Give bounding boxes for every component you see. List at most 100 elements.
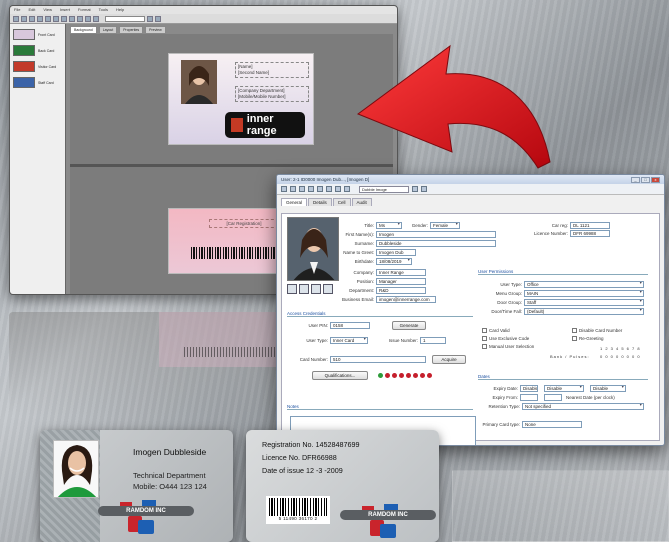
title-select[interactable]: Ms [376, 222, 402, 229]
italic-icon[interactable] [155, 15, 161, 22]
bold-icon[interactable] [147, 15, 153, 22]
maximize-button[interactable]: □ [641, 176, 650, 183]
dialog-titlebar[interactable]: User: 2-1 ID0000 Imogen Dub..., [Imogen … [277, 175, 664, 184]
checkbox-manual-selection[interactable]: Manual User Selection [482, 344, 534, 349]
close-button[interactable]: x [651, 176, 660, 183]
tab-details[interactable]: Details [308, 198, 332, 206]
email-field[interactable]: imogen@innerrange.com [376, 296, 436, 303]
new-icon[interactable] [290, 186, 296, 192]
menu-format[interactable]: Format [78, 6, 91, 14]
checkbox-box[interactable] [572, 328, 577, 333]
car-registration-placeholder[interactable]: [Car Registration] [209, 219, 279, 228]
tab-layout[interactable]: Layout [98, 26, 118, 34]
checkbox-re-greeting[interactable]: Re-Greeting [572, 336, 604, 341]
tab-background[interactable]: Background [70, 26, 97, 34]
tab-audit[interactable]: Audit [351, 198, 372, 206]
remove-photo-icon[interactable] [323, 284, 333, 294]
checkbox-disable-card[interactable]: Disable Card Number [572, 328, 622, 333]
new-icon[interactable] [13, 15, 19, 22]
last-record-icon[interactable] [421, 186, 427, 192]
user-type-select[interactable]: Office [524, 281, 644, 288]
menu-tools[interactable]: Tools [99, 6, 108, 14]
tab-preview[interactable]: Preview [145, 26, 166, 34]
birthdate-picker[interactable]: 18/08/2019 [376, 258, 412, 265]
inner-range-logo[interactable]: inner range [225, 112, 305, 138]
department-field-placeholder[interactable]: [Company Department] [Mobile/Mobile Numb… [235, 86, 309, 102]
car-reg-field[interactable]: DL 1121 [570, 222, 610, 229]
checkbox-exclusive-code[interactable]: Use Exclusive Code [482, 336, 529, 341]
paste-icon[interactable] [53, 15, 59, 22]
retention-type-select[interactable]: Not specified [522, 403, 644, 410]
expiry-from-field-2[interactable] [544, 394, 562, 401]
import-photo-icon[interactable] [311, 284, 321, 294]
filter-icon[interactable] [326, 186, 332, 192]
copy-icon[interactable] [45, 15, 51, 22]
image-tool-icon[interactable] [85, 15, 91, 22]
save-icon[interactable] [281, 186, 287, 192]
tab-properties[interactable]: Properties [119, 26, 144, 34]
credential-type-select[interactable]: Inner Card [330, 337, 368, 344]
door-time-select[interactable]: (Default) [524, 308, 644, 315]
checkbox-box[interactable] [482, 328, 487, 333]
canvas-divider[interactable] [70, 164, 393, 167]
print-icon[interactable] [308, 186, 314, 192]
cut-icon[interactable] [37, 15, 43, 22]
primary-card-field[interactable]: None [522, 421, 582, 428]
menu-edit[interactable]: Edit [28, 6, 35, 14]
greet-name-field[interactable]: Imogen Dub [376, 249, 416, 256]
save-icon[interactable] [29, 15, 35, 22]
qualifications-button[interactable]: Qualifications... [312, 371, 368, 380]
menu-view[interactable]: View [43, 6, 52, 14]
acquire-button[interactable]: Acquire [432, 355, 466, 364]
checkbox-card-valid[interactable]: Card Valid [482, 328, 510, 333]
redo-icon[interactable] [69, 15, 75, 22]
card-number-field[interactable]: 510 [330, 356, 426, 363]
template-thumb[interactable]: Back Card [13, 45, 62, 56]
record-search-input[interactable]: Dubble Imoge [359, 185, 409, 193]
undo-icon[interactable] [61, 15, 67, 22]
company-field[interactable]: Inner Range [376, 269, 426, 276]
checkbox-box[interactable] [482, 344, 487, 349]
menu-help[interactable]: Help [116, 6, 124, 14]
minimize-button[interactable]: _ [631, 176, 640, 183]
gender-select[interactable]: Female [430, 222, 460, 229]
menu-file[interactable]: File [14, 6, 20, 14]
next-record-icon[interactable] [412, 186, 418, 192]
first-record-icon[interactable] [335, 186, 341, 192]
card-front-preview[interactable]: [Name] [Second Name] [Company Department… [168, 53, 314, 145]
text-tool-icon[interactable] [77, 15, 83, 22]
photo-placeholder[interactable] [181, 60, 217, 104]
camera-icon[interactable] [299, 284, 309, 294]
department-field[interactable]: R&D [376, 287, 426, 294]
bits-values[interactable]: 0 0 0 0 0 0 0 0 [600, 354, 641, 359]
font-select[interactable] [105, 15, 145, 22]
expiry-from-field[interactable] [520, 394, 538, 401]
tab-general[interactable]: General [281, 198, 308, 206]
surname-field[interactable]: Dubbleside [376, 240, 496, 247]
generate-button[interactable]: Generate [392, 321, 426, 330]
menu-group-select[interactable]: MAIN [524, 290, 644, 297]
checkbox-box[interactable] [482, 336, 487, 341]
user-photo[interactable] [287, 217, 339, 281]
expiry-date-select[interactable]: Disable [544, 385, 584, 392]
open-icon[interactable] [21, 15, 27, 22]
checkbox-box[interactable] [572, 336, 577, 341]
expiry-date-field[interactable]: Disable [520, 385, 538, 392]
issue-number-field[interactable]: 1 [420, 337, 446, 344]
door-group-select[interactable]: Staff [524, 299, 644, 306]
tab-cell[interactable]: Cell [332, 198, 351, 206]
first-name-field[interactable]: Imogen [376, 231, 496, 238]
delete-icon[interactable] [299, 186, 305, 192]
expiry-time-select[interactable]: Disable [590, 385, 626, 392]
user-pin-field[interactable]: 0158 [330, 322, 370, 329]
template-thumb[interactable]: Staff Card [13, 77, 62, 88]
zoom-photo-icon[interactable] [287, 284, 297, 294]
refresh-icon[interactable] [317, 186, 323, 192]
menu-insert[interactable]: Insert [60, 6, 70, 14]
position-field[interactable]: Manager [376, 278, 426, 285]
template-thumb[interactable]: Front Card [13, 29, 62, 40]
barcode-tool-icon[interactable] [93, 15, 99, 22]
template-thumb[interactable]: Visitor Card [13, 61, 62, 72]
name-field-placeholder[interactable]: [Name] [Second Name] [235, 62, 309, 78]
licence-field[interactable]: DFR 69988 [570, 230, 610, 237]
